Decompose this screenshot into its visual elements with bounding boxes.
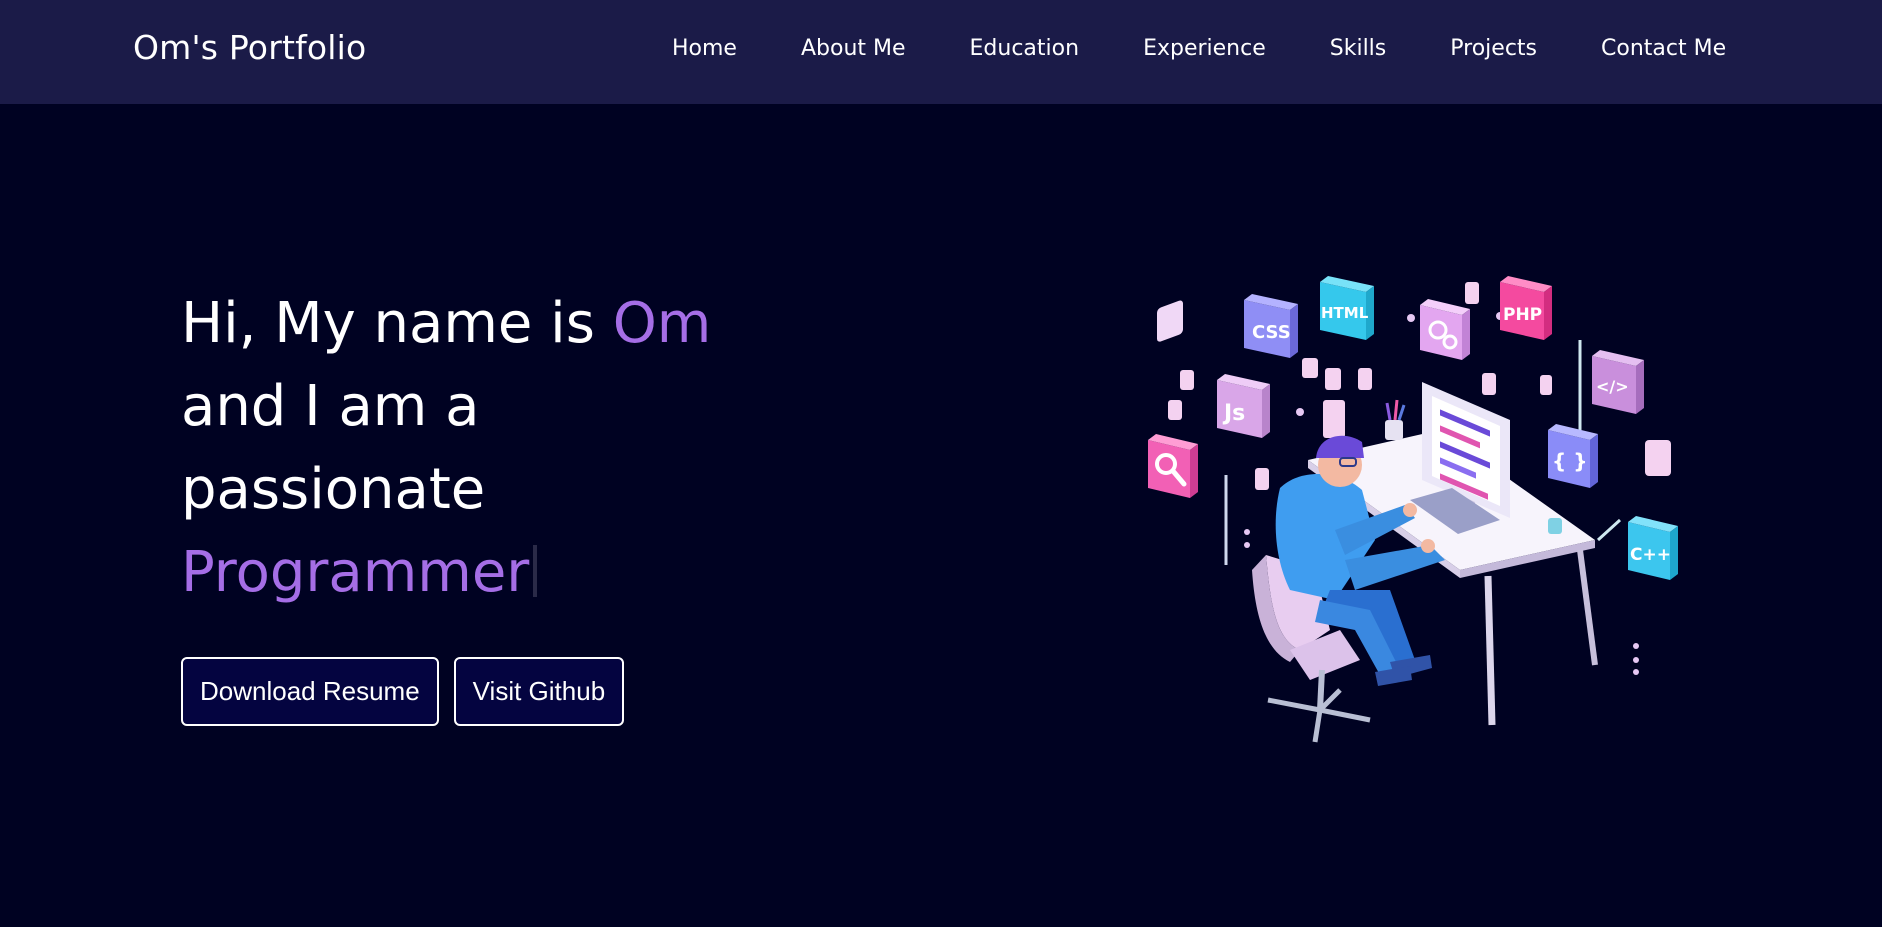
decor-dot bbox=[1633, 657, 1639, 663]
cpp-icon-label: C++ bbox=[1630, 545, 1671, 565]
braces-icon: { } bbox=[1548, 424, 1598, 488]
typing-cursor bbox=[533, 545, 538, 597]
floating-tile bbox=[1482, 373, 1496, 395]
mug bbox=[1548, 518, 1562, 534]
decor-dot bbox=[1633, 643, 1639, 649]
navbar: Om's Portfolio Home About Me Education E… bbox=[0, 0, 1882, 104]
floating-tile bbox=[1302, 358, 1318, 378]
decor-dot bbox=[1244, 529, 1250, 535]
js-icon: Js bbox=[1217, 374, 1270, 438]
nav-home[interactable]: Home bbox=[672, 36, 737, 61]
floating-tile bbox=[1645, 440, 1671, 476]
php-icon: PHP bbox=[1500, 276, 1552, 340]
decor-dot bbox=[1407, 314, 1415, 322]
gear-icon bbox=[1420, 299, 1470, 360]
php-icon-label: PHP bbox=[1503, 305, 1542, 325]
decor-line bbox=[1596, 518, 1622, 542]
decor-dot bbox=[1244, 542, 1250, 548]
nav-skills[interactable]: Skills bbox=[1330, 36, 1387, 61]
nav-contact-me[interactable]: Contact Me bbox=[1601, 36, 1726, 61]
code-tag-icon-label: </> bbox=[1596, 377, 1629, 396]
floating-tile bbox=[1323, 400, 1345, 438]
braces-icon-label: { } bbox=[1552, 449, 1587, 473]
js-icon-label: Js bbox=[1222, 401, 1245, 426]
nav-projects[interactable]: Projects bbox=[1450, 36, 1537, 61]
brand-logo[interactable]: Om's Portfolio bbox=[133, 28, 366, 67]
hero-heading: Hi, My name is Om and I am a passionate … bbox=[181, 282, 901, 614]
code-tag-icon: </> bbox=[1592, 350, 1644, 414]
floating-tile bbox=[1325, 368, 1341, 390]
nav-about-me[interactable]: About Me bbox=[801, 36, 906, 61]
hero-line-3: passionate bbox=[181, 457, 486, 522]
decor-dot bbox=[1296, 408, 1304, 416]
html-icon-label: HTML bbox=[1321, 304, 1369, 322]
floating-tile bbox=[1465, 282, 1479, 304]
pencil-cup bbox=[1385, 420, 1403, 440]
html-icon: HTML bbox=[1320, 276, 1374, 340]
floating-tile bbox=[1168, 400, 1182, 420]
hero-name: Om bbox=[612, 291, 712, 356]
floating-tile bbox=[1540, 375, 1552, 395]
hero-line-2: and I am a bbox=[181, 374, 480, 439]
floating-tile bbox=[1157, 300, 1183, 342]
nav-links: Home About Me Education Experience Skill… bbox=[672, 36, 1726, 61]
css-icon: CSS bbox=[1244, 294, 1298, 358]
cpp-icon: C++ bbox=[1628, 516, 1678, 580]
typed-role: Programmer bbox=[181, 540, 530, 605]
css-icon-label: CSS bbox=[1252, 322, 1291, 343]
floating-tile bbox=[1358, 368, 1372, 390]
floating-tile bbox=[1180, 370, 1194, 390]
visit-github-button[interactable]: Visit Github bbox=[453, 657, 625, 726]
greeting-text: Hi, My name is bbox=[181, 291, 613, 356]
nav-experience[interactable]: Experience bbox=[1143, 36, 1266, 61]
nav-education[interactable]: Education bbox=[970, 36, 1080, 61]
hero-buttons: Download Resume Visit Github bbox=[181, 657, 625, 726]
floating-tile bbox=[1255, 468, 1269, 490]
download-resume-button[interactable]: Download Resume bbox=[181, 657, 439, 726]
search-icon bbox=[1148, 434, 1198, 498]
decor-dot bbox=[1633, 669, 1639, 675]
programmer-illustration: CSS HTML PHP Js </> { } C++ bbox=[1148, 276, 1678, 743]
